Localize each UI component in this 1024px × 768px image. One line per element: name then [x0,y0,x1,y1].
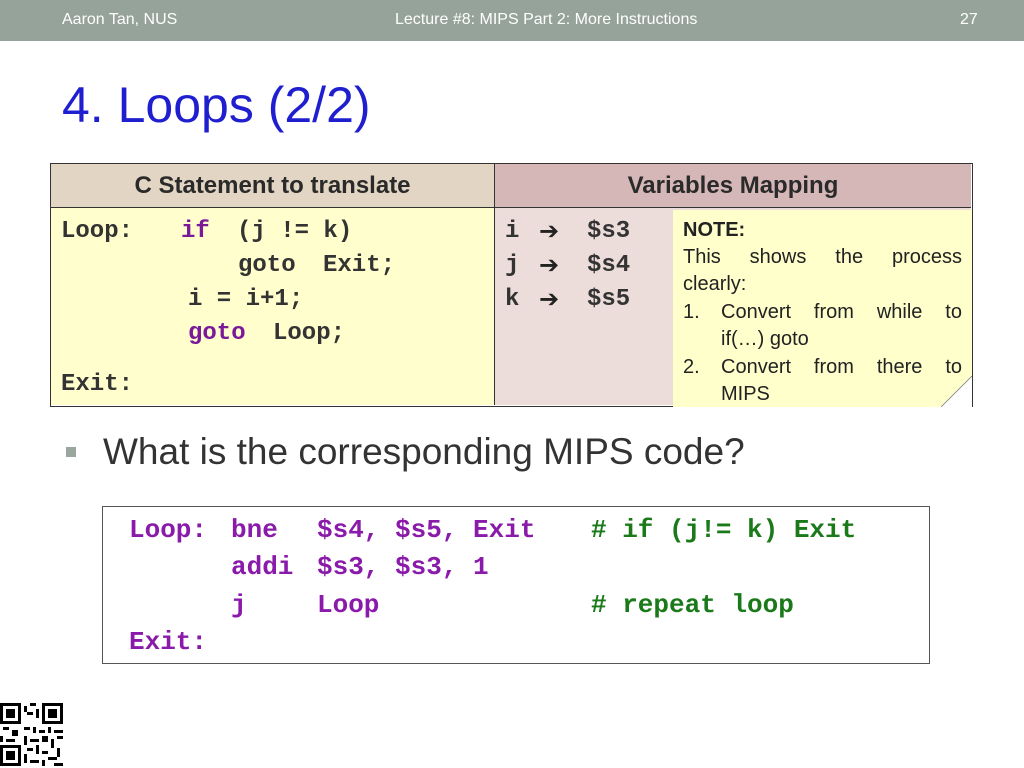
mips-addi-instr: addi [231,552,294,582]
qr-code-icon [0,703,63,766]
mips-bne-comment: # if (j!= k) Exit [591,515,857,545]
c-loop-label: Loop: [61,218,134,245]
c-exit-label: Exit: [61,371,134,398]
note-item-1-text: Convert from while to [721,301,962,323]
note-item-2-cont: MIPS [721,383,770,405]
bullet-square-icon [66,447,76,457]
mips-loop-label: Loop: [129,515,208,545]
lecture-title: Lecture #8: MIPS Part 2: More Instructio… [395,11,698,28]
author-label: Aaron Tan, NUS [62,11,178,28]
mips-j-args: Loop [317,590,380,620]
mips-bne-instr: bne [231,515,278,545]
note-line-2: clearly: [683,273,747,295]
note-item-2-index: 2. [683,356,700,378]
note-title: NOTE: [683,219,746,241]
note-item-1-cont: if(…) goto [721,328,809,350]
c-if-keyword: if [181,218,210,245]
note-item-1-index: 1. [683,301,700,323]
page-number: 27 [960,11,978,28]
mapping-reg-s3: $s3 [587,218,631,245]
c-goto-exit-keyword: goto [238,252,296,279]
c-statement-header: C Statement to translate [51,164,495,208]
right-arrow-icon: ➔ [539,251,560,279]
right-arrow-icon: ➔ [539,217,560,245]
slide-title: 4. Loops (2/2) [62,77,371,133]
mapping-var-j: j [505,252,520,279]
right-arrow-icon: ➔ [539,285,560,313]
mips-j-instr: j [231,590,247,620]
c-assignment: i = i+1; [188,286,304,313]
question-text: What is the corresponding MIPS code? [103,431,745,472]
c-goto-exit-target: Exit; [323,252,396,279]
mips-addi-args: $s3, $s3, 1 [317,552,489,582]
variables-mapping-header: Variables Mapping [495,164,971,208]
mapping-var-k: k [505,286,520,313]
note-line-1: This shows the process [683,246,962,268]
c-if-condition: (j != k) [237,218,353,245]
note-page-curl [941,376,972,407]
note-callout: NOTE: This shows the process clearly: 1.… [673,210,972,407]
mapping-var-i: i [505,218,520,245]
mapping-reg-s5: $s5 [587,286,631,313]
c-code-cell: Loop: if (j != k) goto Exit; i = i+1; go… [51,208,495,405]
mips-j-comment: # repeat loop [591,590,794,620]
slide-header: Aaron Tan, NUS Lecture #8: MIPS Part 2: … [0,0,1024,41]
mips-code-box: Loop: bne $s4, $s5, Exit # if (j!= k) Ex… [102,506,930,664]
note-item-2-text: Convert from there to [721,356,962,378]
mips-bne-args: $s4, $s5, Exit [317,515,536,545]
c-goto-loop-target: Loop; [273,320,346,347]
mips-exit-label: Exit: [129,627,208,657]
mapping-reg-s4: $s4 [587,252,631,279]
c-goto-loop-keyword: goto [188,320,246,347]
